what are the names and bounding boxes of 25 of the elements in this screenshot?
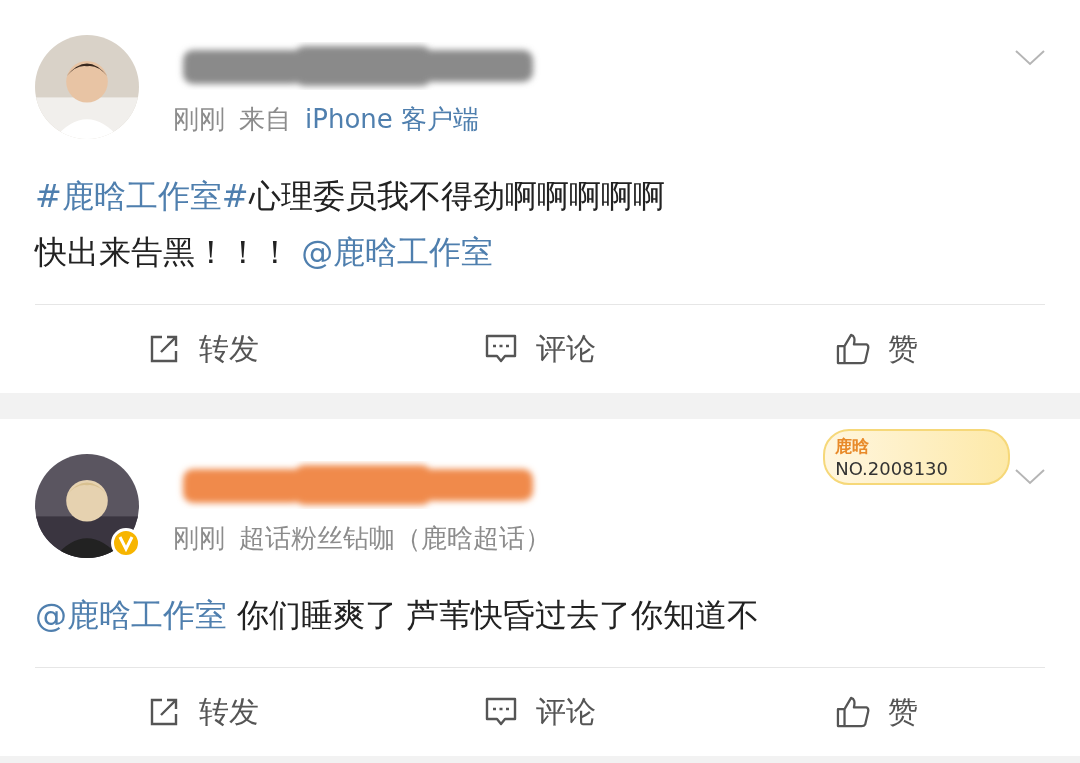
topic-link[interactable]: @鹿晗工作室 xyxy=(301,233,494,271)
post-text: @鹿晗工作室 你们睡爽了 芦苇快昏过去了你知道不 xyxy=(35,595,761,636)
comment-icon xyxy=(484,333,518,365)
chevron-down-icon[interactable] xyxy=(1015,50,1045,66)
meta-text: 来自 xyxy=(239,102,291,136)
thumbs-up-icon xyxy=(835,333,870,365)
repost-button[interactable]: 转发 xyxy=(35,305,372,393)
chevron-down-icon[interactable] xyxy=(1015,469,1045,485)
fans-name: 鹿晗 xyxy=(835,435,871,458)
post-text: #鹿晗工作室#心理委员我不得劲啊啊啊啊啊 xyxy=(35,176,666,217)
like-button[interactable]: 赞 xyxy=(708,305,1045,393)
comment-button[interactable]: 评论 xyxy=(371,668,709,756)
meta-text: 超话粉丝钻咖（鹿晗超话） xyxy=(239,521,551,555)
topic-link[interactable]: #鹿晗工作室# xyxy=(35,177,249,215)
meta-text: 刚刚 xyxy=(173,521,225,555)
like-button[interactable]: 赞 xyxy=(708,668,1045,756)
fans-number: NO.2008130 xyxy=(835,458,948,479)
meta-text: 刚刚 xyxy=(173,102,225,136)
source-link[interactable]: iPhone 客户端 xyxy=(305,101,480,137)
thumbs-up-icon xyxy=(835,696,870,728)
repost-button[interactable]: 转发 xyxy=(35,668,372,756)
comment-button[interactable]: 评论 xyxy=(371,305,709,393)
post-text: 快出来告黑！！！ @鹿晗工作室 xyxy=(35,232,495,273)
comment-icon xyxy=(484,696,518,728)
topic-link[interactable]: @鹿晗工作室 xyxy=(35,596,227,634)
